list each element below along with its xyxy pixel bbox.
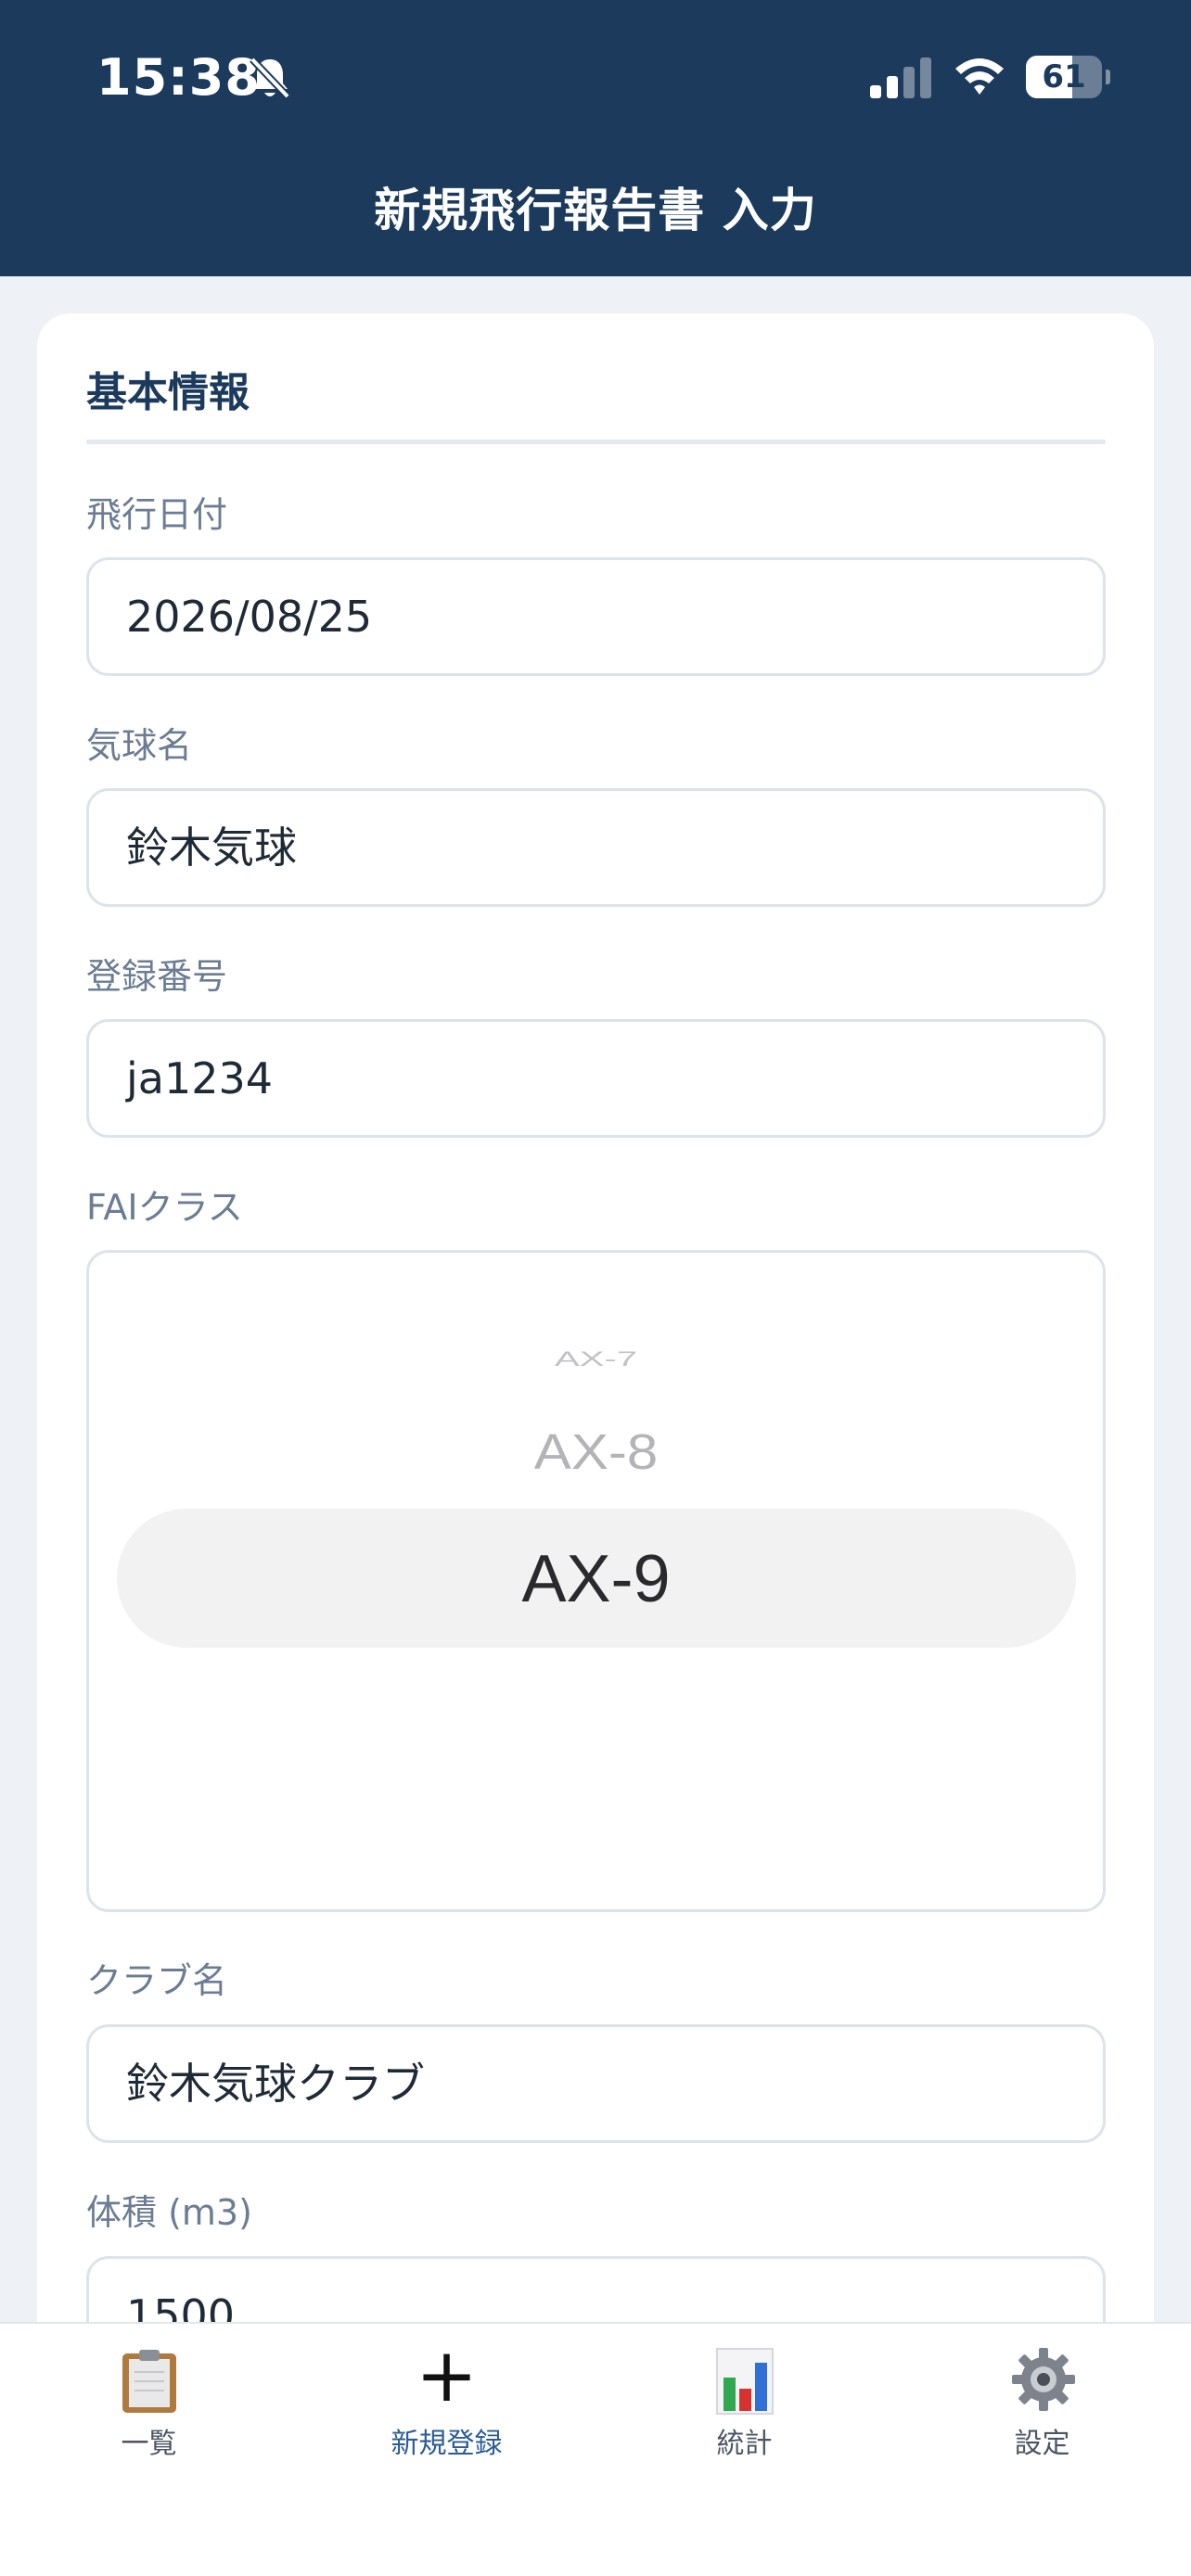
tab-label: 設定 [1014, 2428, 1070, 2460]
club-name-input[interactable]: 鈴木気球クラブ [86, 2024, 1106, 2143]
section-divider [86, 440, 1106, 444]
fai-class-picker[interactable]: AX-7 AX-8 AX-9 [86, 1250, 1106, 1912]
battery-icon: 61 [1026, 56, 1110, 98]
wifi-icon [955, 58, 1004, 95]
bell-slash-icon [250, 57, 290, 99]
picker-option-selected[interactable]: AX-9 [89, 1540, 1103, 1618]
section-title: 基本情報 [86, 369, 250, 416]
app-screen: 15:38 61 新規飛行報告書 入力 基本情報 飛行日付 2026/08/25… [0, 0, 1191, 2576]
registration-number-input[interactable]: ja1234 [86, 1019, 1106, 1138]
page-title: 新規飛行報告書 入力 [374, 184, 817, 237]
registration-number-label: 登録番号 [86, 956, 228, 997]
tab-list[interactable]: 一覧 [0, 2324, 298, 2509]
plus-icon: + [415, 2332, 479, 2418]
tab-label: 一覧 [121, 2428, 177, 2460]
tab-settings[interactable]: 設定 [893, 2324, 1191, 2509]
picker-option[interactable]: AX-7 [89, 1346, 1103, 1372]
picker-option[interactable]: AX-8 [89, 1423, 1103, 1482]
header: 15:38 61 新規飛行報告書 入力 [0, 0, 1191, 276]
balloon-name-input[interactable]: 鈴木気球 [86, 788, 1106, 907]
battery-percent: 61 [1042, 58, 1086, 96]
status-time: 15:38 [96, 48, 261, 107]
bar-chart-icon [716, 2348, 774, 2415]
flight-date-label: 飛行日付 [86, 494, 228, 535]
cellular-signal-icon [870, 57, 931, 98]
club-name-label: クラブ名 [86, 1960, 228, 2001]
volume-label: 体積 (m3) [86, 2192, 252, 2233]
flight-date-input[interactable]: 2026/08/25 [86, 557, 1106, 676]
tab-label: 新規登録 [391, 2428, 503, 2460]
fai-class-label: FAIクラス [86, 1187, 243, 1228]
tab-label: 統計 [716, 2428, 773, 2460]
tab-stats[interactable]: 統計 [596, 2324, 893, 2509]
clipboard-icon [122, 2350, 176, 2413]
tab-bar: 一覧 + 新規登録 統計 設定 [0, 2322, 1191, 2576]
balloon-name-label: 気球名 [86, 725, 193, 766]
tab-new-entry[interactable]: + 新規登録 [298, 2324, 596, 2509]
gear-icon [1012, 2348, 1075, 2411]
basic-info-card: 基本情報 飛行日付 2026/08/25 気球名 鈴木気球 登録番号 ja123… [37, 313, 1154, 2576]
